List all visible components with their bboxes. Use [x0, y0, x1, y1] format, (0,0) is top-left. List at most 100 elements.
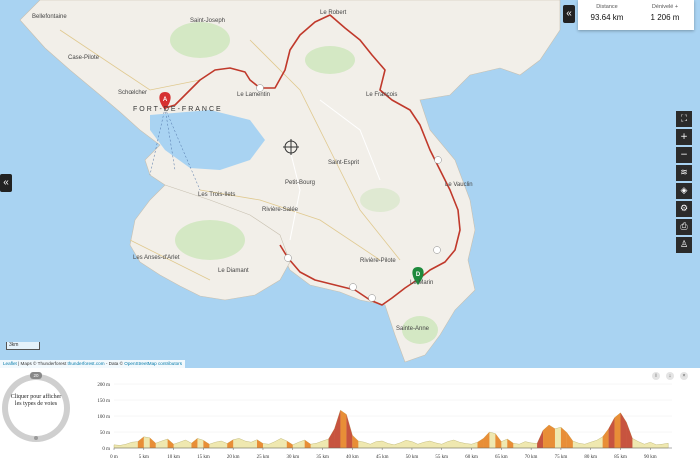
distance-stat: Distance 93.64 km: [578, 4, 636, 22]
x-tick-label: 30 km: [286, 455, 299, 460]
steep-segment: [507, 439, 514, 448]
fullscreen-icon[interactable]: ⛶: [676, 111, 692, 127]
person-icon[interactable]: ♙: [676, 237, 692, 253]
x-tick-label: 65 km: [495, 455, 508, 460]
start-marker-label: A: [163, 97, 168, 103]
place-label: FORT-DE-FRANCE: [133, 106, 223, 113]
x-tick-label: 85 km: [614, 455, 627, 460]
data-credit: - Data ©: [105, 361, 123, 366]
close-button[interactable]: ×: [680, 372, 688, 380]
x-tick-label: 0 m: [110, 455, 118, 460]
place-label: Bellefontaine: [32, 14, 67, 20]
distance-label: Distance: [596, 4, 618, 10]
x-tick-label: 75 km: [555, 455, 568, 460]
leaflet-link[interactable]: Leaflet: [3, 361, 17, 366]
steep-segment: [560, 427, 567, 448]
place-label: Sainte-Anne: [396, 326, 430, 332]
place-label: Schœlcher: [118, 90, 148, 96]
layers-alt-icon[interactable]: ◈: [676, 183, 692, 199]
steep-segment: [566, 432, 573, 448]
steep-segment: [477, 438, 484, 448]
elevation-chart[interactable]: 200 m 150 m 100 m 50 m 0 m0 m 5 km 10 km 15 km 2…: [80, 376, 680, 466]
y-tick-label: 200 m: [97, 383, 110, 388]
place-label: Les Anses-d'Arlet: [133, 255, 180, 261]
zoom-in-icon[interactable]: +: [676, 129, 692, 145]
place-label: Le Vauclin: [445, 182, 473, 188]
y-tick-label: 50 m: [100, 431, 110, 436]
x-tick-label: 35 km: [316, 455, 329, 460]
maps-credit: | Maps © Thunderforest: [18, 361, 67, 366]
end-marker-label: D: [416, 272, 421, 278]
steep-segment: [340, 410, 347, 448]
place-label: Les Trois-Ilets: [198, 192, 236, 198]
distance-value: 93.64 km: [590, 13, 624, 22]
layers-icon[interactable]: ≋: [676, 165, 692, 181]
thunderforest-link[interactable]: thunderforest.com: [68, 361, 105, 366]
steep-segment: [149, 437, 156, 448]
steep-segment: [495, 433, 502, 448]
x-tick-label: 55 km: [435, 455, 448, 460]
steep-segment: [483, 432, 490, 448]
place-label: Le Lamentin: [237, 92, 271, 98]
zoom-out-icon[interactable]: −: [676, 147, 692, 163]
steep-segment: [626, 422, 633, 448]
place-label: Le Marin: [410, 280, 434, 286]
x-tick-label: 25 km: [257, 455, 270, 460]
steep-segment: [203, 440, 210, 448]
x-tick-label: 60 km: [465, 455, 478, 460]
place-label: Le François: [366, 92, 398, 98]
x-tick-label: 15 km: [197, 455, 210, 460]
collapse-panel-button[interactable]: «: [563, 5, 575, 23]
print-icon[interactable]: ⎙: [676, 219, 692, 235]
y-tick-label: 0 m: [102, 447, 110, 452]
y-tick-label: 150 m: [97, 399, 110, 404]
steep-segment: [257, 439, 263, 448]
ring-inner: [8, 380, 64, 436]
place-label: Le Diamant: [218, 268, 249, 274]
road-types-toggle[interactable]: 20 Cliquer pour afficher les types de vo…: [2, 372, 70, 442]
x-tick-label: 80 km: [584, 455, 597, 460]
osm-link[interactable]: OpenStreetMap contributors: [124, 361, 182, 366]
settings-icon[interactable]: ⚙: [676, 201, 692, 217]
x-tick-label: 5 km: [139, 455, 149, 460]
map-canvas[interactable]: A D: [0, 0, 700, 368]
steep-segment: [614, 412, 621, 448]
info-button[interactable]: i: [652, 372, 660, 380]
collapse-sidebar-button[interactable]: «: [0, 174, 12, 192]
steep-segment: [167, 439, 174, 448]
x-tick-label: 40 km: [346, 455, 359, 460]
x-tick-label: 10 km: [167, 455, 180, 460]
map-view[interactable]: A D Bellefontaine Saint-Joseph Le Robert…: [0, 0, 700, 368]
steep-segment: [286, 440, 293, 448]
ring-badge: 20: [30, 372, 42, 379]
elevation-value: 1 206 m: [650, 13, 680, 22]
steep-segment: [137, 436, 144, 448]
x-tick-label: 45 km: [376, 455, 389, 460]
place-label: Saint-Joseph: [190, 18, 226, 24]
steep-segment: [620, 412, 627, 448]
steep-segment: [328, 428, 335, 448]
place-label: Rivière-Salée: [262, 207, 299, 213]
place-label: Rivière-Pilote: [360, 258, 396, 264]
map-toolbar: ⛶ + − ≋ ◈ ⚙ ⎙ ♙: [676, 111, 692, 255]
scale-bar: 3km: [6, 342, 40, 350]
steep-segment: [537, 430, 544, 448]
steep-segment: [191, 438, 198, 448]
elevation-label: Dénivelé +: [651, 4, 679, 10]
attribution: Leaflet | Maps © Thunderforest thunderfo…: [0, 360, 185, 368]
y-tick-label: 100 m: [97, 415, 110, 420]
place-label: Le Robert: [320, 10, 347, 16]
place-label: Saint-Esprit: [328, 160, 360, 166]
download-button[interactable]: ↓: [666, 372, 674, 380]
steep-segment: [227, 439, 234, 448]
place-label: Petit-Bourg: [285, 180, 316, 186]
steep-segment: [549, 424, 555, 448]
route-stats: Distance 93.64 km Dénivelé + 1 206 m: [578, 0, 694, 30]
elevation-stat: Dénivelé + 1 206 m: [636, 4, 694, 22]
steep-segment: [352, 435, 359, 448]
place-label: Case-Pilote: [68, 55, 100, 61]
steep-segment: [304, 440, 311, 448]
x-tick-label: 70 km: [525, 455, 538, 460]
steep-segment: [346, 414, 353, 448]
steep-segment: [543, 424, 550, 448]
